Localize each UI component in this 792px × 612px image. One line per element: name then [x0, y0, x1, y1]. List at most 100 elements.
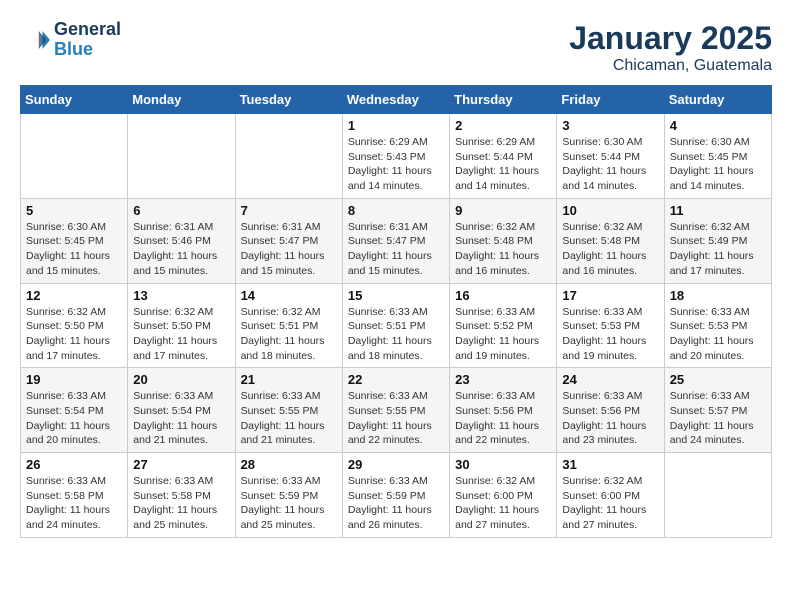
logo-text: General Blue [54, 20, 121, 60]
day-number: 30 [455, 457, 551, 472]
day-cell-4: 4 Sunrise: 6:30 AMSunset: 5:45 PMDaylight… [664, 114, 771, 199]
month-title: January 2025 [569, 20, 772, 57]
day-info: Sunrise: 6:33 AMSunset: 5:52 PMDaylight:… [455, 305, 551, 364]
day-number: 19 [26, 372, 122, 387]
day-cell-23: 23 Sunrise: 6:33 AMSunset: 5:56 PMDayligh… [450, 368, 557, 453]
day-cell-30: 30 Sunrise: 6:32 AMSunset: 6:00 PMDayligh… [450, 453, 557, 538]
day-info: Sunrise: 6:32 AMSunset: 5:48 PMDaylight:… [562, 220, 658, 279]
day-info: Sunrise: 6:33 AMSunset: 5:55 PMDaylight:… [348, 389, 444, 448]
day-cell-21: 21Sunrise: 6:33 AMSunset: 5:55 PMDayligh… [235, 368, 342, 453]
day-number: 26 [26, 457, 122, 472]
day-number: 31 [562, 457, 658, 472]
day-info: Sunrise: 6:32 AMSunset: 6:00 PMDaylight:… [455, 474, 551, 533]
day-number: 12 [26, 288, 122, 303]
day-number: 2 [455, 118, 551, 133]
day-cell-7: 7 Sunrise: 6:31 AMSunset: 5:47 PMDaylight… [235, 198, 342, 283]
calendar-table: SundayMondayTuesdayWednesdayThursdayFrid… [20, 85, 772, 538]
day-cell-12: 12 Sunrise: 6:32 AMSunset: 5:50 PMDayligh… [21, 283, 128, 368]
week-row-2: 5 Sunrise: 6:30 AMSunset: 5:45 PMDaylight… [21, 198, 772, 283]
day-info: Sunrise: 6:31 AMSunset: 5:47 PMDaylight:… [241, 220, 337, 279]
empty-cell [128, 114, 235, 199]
day-cell-18: 18 Sunrise: 6:33 AMSunset: 5:53 PMDayligh… [664, 283, 771, 368]
day-number: 9 [455, 203, 551, 218]
day-number: 17 [562, 288, 658, 303]
day-info: Sunrise: 6:33 AMSunset: 5:53 PMDaylight:… [670, 305, 766, 364]
empty-cell [21, 114, 128, 199]
day-number: 5 [26, 203, 122, 218]
day-cell-26: 26Sunrise: 6:33 AMSunset: 5:58 PMDayligh… [21, 453, 128, 538]
logo: General Blue [20, 20, 121, 60]
weekday-header-tuesday: Tuesday [235, 86, 342, 114]
day-info: Sunrise: 6:32 AMSunset: 5:50 PMDaylight:… [26, 305, 122, 364]
day-cell-8: 8Sunrise: 6:31 AMSunset: 5:47 PMDaylight… [342, 198, 449, 283]
day-number: 6 [133, 203, 229, 218]
logo-icon [20, 25, 50, 55]
day-number: 11 [670, 203, 766, 218]
day-number: 10 [562, 203, 658, 218]
day-number: 28 [241, 457, 337, 472]
day-cell-3: 3 Sunrise: 6:30 AMSunset: 5:44 PMDaylight… [557, 114, 664, 199]
day-info: Sunrise: 6:32 AMSunset: 5:50 PMDaylight:… [133, 305, 229, 364]
day-info: Sunrise: 6:32 AMSunset: 5:51 PMDaylight:… [241, 305, 337, 364]
day-number: 18 [670, 288, 766, 303]
day-cell-6: 6 Sunrise: 6:31 AMSunset: 5:46 PMDaylight… [128, 198, 235, 283]
day-info: Sunrise: 6:32 AMSunset: 5:48 PMDaylight:… [455, 220, 551, 279]
day-number: 15 [348, 288, 444, 303]
day-number: 21 [241, 372, 337, 387]
day-cell-16: 16 Sunrise: 6:33 AMSunset: 5:52 PMDayligh… [450, 283, 557, 368]
day-info: Sunrise: 6:29 AMSunset: 5:44 PMDaylight:… [455, 135, 551, 194]
day-number: 23 [455, 372, 551, 387]
day-cell-5: 5 Sunrise: 6:30 AMSunset: 5:45 PMDaylight… [21, 198, 128, 283]
weekday-header-saturday: Saturday [664, 86, 771, 114]
day-number: 20 [133, 372, 229, 387]
day-number: 1 [348, 118, 444, 133]
day-cell-19: 19 Sunrise: 6:33 AMSunset: 5:54 PMDayligh… [21, 368, 128, 453]
day-cell-15: 15 Sunrise: 6:33 AMSunset: 5:51 PMDayligh… [342, 283, 449, 368]
day-number: 14 [241, 288, 337, 303]
day-cell-11: 11 Sunrise: 6:32 AMSunset: 5:49 PMDayligh… [664, 198, 771, 283]
location-subtitle: Chicaman, Guatemala [569, 57, 772, 75]
day-info: Sunrise: 6:33 AMSunset: 5:54 PMDaylight:… [133, 389, 229, 448]
day-cell-13: 13Sunrise: 6:32 AMSunset: 5:50 PMDayligh… [128, 283, 235, 368]
day-info: Sunrise: 6:32 AMSunset: 5:49 PMDaylight:… [670, 220, 766, 279]
day-number: 4 [670, 118, 766, 133]
day-info: Sunrise: 6:33 AMSunset: 5:54 PMDaylight:… [26, 389, 122, 448]
weekday-header-monday: Monday [128, 86, 235, 114]
day-number: 24 [562, 372, 658, 387]
day-cell-28: 28Sunrise: 6:33 AMSunset: 5:59 PMDayligh… [235, 453, 342, 538]
day-number: 7 [241, 203, 337, 218]
weekday-header-wednesday: Wednesday [342, 86, 449, 114]
day-info: Sunrise: 6:29 AMSunset: 5:43 PMDaylight:… [348, 135, 444, 194]
day-cell-1: 1 Sunrise: 6:29 AMSunset: 5:43 PMDaylight… [342, 114, 449, 199]
day-info: Sunrise: 6:30 AMSunset: 5:45 PMDaylight:… [26, 220, 122, 279]
day-info: Sunrise: 6:30 AMSunset: 5:44 PMDaylight:… [562, 135, 658, 194]
day-cell-31: 31 Sunrise: 6:32 AMSunset: 6:00 PMDayligh… [557, 453, 664, 538]
day-number: 22 [348, 372, 444, 387]
day-cell-2: 2 Sunrise: 6:29 AMSunset: 5:44 PMDaylight… [450, 114, 557, 199]
day-number: 3 [562, 118, 658, 133]
day-cell-24: 24 Sunrise: 6:33 AMSunset: 5:56 PMDayligh… [557, 368, 664, 453]
day-cell-29: 29Sunrise: 6:33 AMSunset: 5:59 PMDayligh… [342, 453, 449, 538]
week-row-5: 26Sunrise: 6:33 AMSunset: 5:58 PMDayligh… [21, 453, 772, 538]
page-header: General Blue January 2025 Chicaman, Guat… [20, 20, 772, 75]
day-cell-14: 14 Sunrise: 6:32 AMSunset: 5:51 PMDayligh… [235, 283, 342, 368]
day-cell-20: 20 Sunrise: 6:33 AMSunset: 5:54 PMDayligh… [128, 368, 235, 453]
day-info: Sunrise: 6:33 AMSunset: 5:56 PMDaylight:… [455, 389, 551, 448]
weekday-header-row: SundayMondayTuesdayWednesdayThursdayFrid… [21, 86, 772, 114]
day-number: 25 [670, 372, 766, 387]
day-number: 8 [348, 203, 444, 218]
week-row-1: 1 Sunrise: 6:29 AMSunset: 5:43 PMDaylight… [21, 114, 772, 199]
day-cell-25: 25Sunrise: 6:33 AMSunset: 5:57 PMDayligh… [664, 368, 771, 453]
day-info: Sunrise: 6:33 AMSunset: 5:51 PMDaylight:… [348, 305, 444, 364]
empty-cell [664, 453, 771, 538]
day-number: 16 [455, 288, 551, 303]
weekday-header-sunday: Sunday [21, 86, 128, 114]
empty-cell [235, 114, 342, 199]
day-cell-27: 27Sunrise: 6:33 AMSunset: 5:58 PMDayligh… [128, 453, 235, 538]
day-number: 27 [133, 457, 229, 472]
day-info: Sunrise: 6:33 AMSunset: 5:56 PMDaylight:… [562, 389, 658, 448]
day-info: Sunrise: 6:32 AMSunset: 6:00 PMDaylight:… [562, 474, 658, 533]
day-info: Sunrise: 6:30 AMSunset: 5:45 PMDaylight:… [670, 135, 766, 194]
day-info: Sunrise: 6:31 AMSunset: 5:46 PMDaylight:… [133, 220, 229, 279]
day-info: Sunrise: 6:33 AMSunset: 5:59 PMDaylight:… [348, 474, 444, 533]
